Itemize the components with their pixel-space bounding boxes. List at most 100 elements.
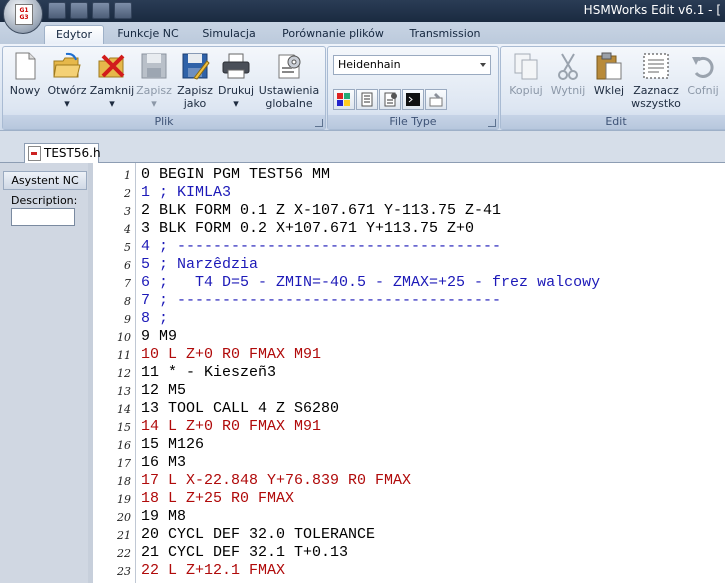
copy-label: Kopiuj bbox=[509, 84, 543, 97]
ribbon-tab-bar: Edytor Funkcje NC Simulacja Porównanie p… bbox=[0, 22, 725, 45]
code-line-text: 7 ; ------------------------------------ bbox=[141, 292, 502, 309]
title-bar: G1 G3 HSMWorks Edit v6.1 - [ bbox=[0, 0, 725, 34]
code-line-text: 12 M5 bbox=[141, 382, 187, 399]
code-line-text: 17 L X-22.848 Y+76.839 R0 FMAX bbox=[141, 472, 412, 489]
code-line[interactable]: 11 10 L Z+0 R0 FMAX M91 bbox=[93, 346, 725, 364]
group-edit: Kopiuj Wytnij Wklej Zaznacz wszystko Cof… bbox=[500, 46, 725, 130]
list-format-button[interactable] bbox=[356, 89, 378, 110]
code-line[interactable]: 12 11 * - Kieszeñ3 bbox=[93, 364, 725, 382]
color-format-button[interactable] bbox=[333, 89, 355, 110]
nc-assistant-header[interactable]: Asystent NC bbox=[3, 171, 87, 190]
line-number: 20 bbox=[117, 511, 131, 524]
code-line[interactable]: 7 6 ; T4 D=5 - ZMIN=-40.5 - ZMAX=+25 - fr… bbox=[93, 274, 725, 292]
printer-icon bbox=[221, 51, 251, 81]
code-line-text: 19 M8 bbox=[141, 508, 187, 525]
line-number: 10 bbox=[117, 331, 131, 344]
code-line-text: 8 ; bbox=[141, 310, 169, 327]
code-line-text: 14 L Z+0 R0 FMAX M91 bbox=[141, 418, 322, 435]
global-settings-label: Ustawienia globalne bbox=[258, 84, 320, 110]
code-line[interactable]: 8 7 ; -----------------------------------… bbox=[93, 292, 725, 310]
paste-button[interactable]: Wklej bbox=[589, 51, 629, 97]
line-number: 16 bbox=[117, 439, 131, 452]
save-as-icon bbox=[180, 51, 210, 81]
new-label: Nowy bbox=[9, 84, 41, 97]
code-line-text: 6 ; T4 D=5 - ZMIN=-40.5 - ZMAX=+25 - fre… bbox=[141, 274, 601, 291]
code-line[interactable]: 14 13 TOOL CALL 4 Z S6280 bbox=[93, 400, 725, 418]
line-number: 13 bbox=[117, 385, 131, 398]
tab-porownanie-plikow[interactable]: Porównanie plików bbox=[274, 25, 392, 44]
highlight-button[interactable] bbox=[425, 89, 447, 110]
open-label: Otwórz ▾ bbox=[47, 84, 87, 110]
line-number: 3 bbox=[124, 205, 131, 218]
code-line[interactable]: 19 18 L Z+25 R0 FMAX bbox=[93, 490, 725, 508]
code-line-text: 22 L Z+12.1 FMAX bbox=[141, 562, 286, 579]
code-line[interactable]: 22 21 CYCL DEF 32.1 T+0.13 bbox=[93, 544, 725, 562]
undo-icon bbox=[688, 51, 718, 81]
description-label: Description: bbox=[11, 194, 78, 207]
code-line[interactable]: 21 20 CYCL DEF 32.0 TOLERANCE bbox=[93, 526, 725, 544]
line-number: 11 bbox=[117, 349, 131, 362]
code-editor[interactable]: 1 0 BEGIN PGM TEST56 MM 2 1 ; KIMLA3 3 2 BLK … bbox=[93, 163, 725, 583]
global-settings-button[interactable]: Ustawienia globalne bbox=[257, 51, 321, 110]
group-plik-label: Plik bbox=[3, 115, 325, 129]
group-file-type-label: File Type bbox=[328, 115, 498, 129]
code-line[interactable]: 15 14 L Z+0 R0 FMAX M91 bbox=[93, 418, 725, 436]
tab-transmission[interactable]: Transmission bbox=[400, 25, 490, 44]
chevron-down-icon bbox=[480, 63, 486, 67]
code-line[interactable]: 5 4 ; -----------------------------------… bbox=[93, 238, 725, 256]
paste-label: Wklej bbox=[593, 84, 625, 97]
code-line[interactable]: 17 16 M3 bbox=[93, 454, 725, 472]
line-number: 22 bbox=[117, 547, 131, 560]
code-line[interactable]: 23 22 L Z+12.1 FMAX bbox=[93, 562, 725, 580]
line-number: 15 bbox=[117, 421, 131, 434]
code-line[interactable]: 9 8 ; bbox=[93, 310, 725, 328]
tab-edytor[interactable]: Edytor bbox=[44, 25, 104, 45]
code-line[interactable]: 10 9 M9 bbox=[93, 328, 725, 346]
qat-undo-icon[interactable] bbox=[70, 2, 88, 19]
file-type-dialog-launcher[interactable] bbox=[488, 119, 496, 127]
document-tab[interactable]: TEST56.h bbox=[24, 143, 101, 163]
ribbon: Nowy Otwórz ▾ Zamknij ▾ Zapisz ▾ Zapisz … bbox=[0, 44, 725, 131]
line-number: 21 bbox=[117, 529, 131, 542]
list-format-icon bbox=[361, 92, 373, 107]
code-line[interactable]: 20 19 M8 bbox=[93, 508, 725, 526]
select-all-button[interactable]: Zaznacz wszystko bbox=[629, 51, 683, 110]
line-number: 4 bbox=[124, 223, 131, 236]
tab-simulacja[interactable]: Simulacja bbox=[192, 25, 266, 44]
qat-redo-icon[interactable] bbox=[92, 2, 110, 19]
code-line-text: 3 BLK FORM 0.2 X+107.671 Y+113.75 Z+0 bbox=[141, 220, 475, 237]
qat-save-icon[interactable] bbox=[48, 2, 66, 19]
code-line[interactable]: 6 5 ; Narzêdzia bbox=[93, 256, 725, 274]
close-button[interactable]: Zamknij ▾ bbox=[89, 51, 135, 110]
code-line[interactable]: 18 17 L X-22.848 Y+76.839 R0 FMAX bbox=[93, 472, 725, 490]
line-number: 5 bbox=[124, 241, 131, 254]
description-field[interactable] bbox=[11, 208, 75, 226]
code-line[interactable]: 13 12 M5 bbox=[93, 382, 725, 400]
qat-customize-icon[interactable] bbox=[114, 2, 132, 19]
code-line-text: 20 CYCL DEF 32.0 TOLERANCE bbox=[141, 526, 376, 543]
undo-button[interactable]: Cofnij bbox=[683, 51, 723, 97]
open-button[interactable]: Otwórz ▾ bbox=[45, 51, 89, 110]
nc-assistant-panel: Asystent NC Description: bbox=[0, 163, 89, 583]
undo-label: Cofnij bbox=[687, 84, 719, 97]
plik-dialog-launcher[interactable] bbox=[315, 119, 323, 127]
code-line[interactable]: 3 2 BLK FORM 0.1 Z X-107.671 Y-113.75 Z-4… bbox=[93, 202, 725, 220]
tab-funkcje-nc[interactable]: Funkcje NC bbox=[108, 25, 188, 44]
code-line[interactable]: 1 0 BEGIN PGM TEST56 MM bbox=[93, 166, 725, 184]
save-button[interactable]: Zapisz ▾ bbox=[135, 51, 173, 110]
terminal-button[interactable] bbox=[402, 89, 424, 110]
cut-button[interactable]: Wytnij bbox=[547, 51, 589, 97]
code-line-text: 5 ; Narzêdzia bbox=[141, 256, 259, 273]
code-line[interactable]: 16 15 M126 bbox=[93, 436, 725, 454]
copy-icon bbox=[511, 51, 541, 81]
copy-button[interactable]: Kopiuj bbox=[505, 51, 547, 97]
file-type-dropdown[interactable]: Heidenhain bbox=[333, 55, 491, 75]
code-line[interactable]: 4 3 BLK FORM 0.2 X+107.671 Y+113.75 Z+0 bbox=[93, 220, 725, 238]
line-number: 18 bbox=[117, 475, 131, 488]
print-button[interactable]: Drukuj ▾ bbox=[215, 51, 257, 110]
new-button[interactable]: Nowy bbox=[5, 51, 45, 97]
code-line[interactable]: 2 1 ; KIMLA3 bbox=[93, 184, 725, 202]
numbering-button[interactable] bbox=[379, 89, 401, 110]
save-as-button[interactable]: Zapisz jako bbox=[175, 51, 215, 110]
line-number: 2 bbox=[124, 187, 131, 200]
